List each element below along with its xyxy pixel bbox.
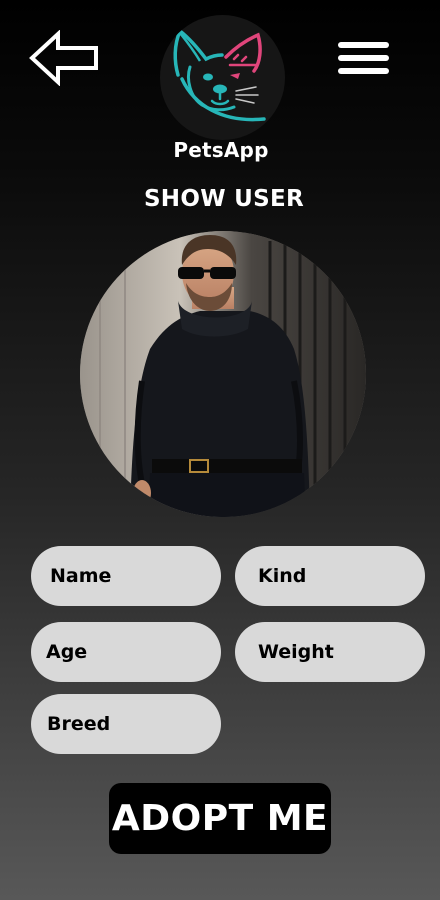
weight-field-label: Weight: [258, 641, 334, 663]
arrow-left-icon: [29, 29, 98, 87]
name-field[interactable]: Name: [31, 546, 221, 606]
user-photo: [80, 231, 366, 517]
breed-field[interactable]: Breed: [31, 694, 221, 754]
menu-bar: [338, 55, 389, 61]
adopt-me-button[interactable]: ADOPT ME: [109, 783, 331, 854]
name-field-label: Name: [50, 565, 112, 587]
weight-field[interactable]: Weight: [235, 622, 425, 682]
age-field[interactable]: Age: [31, 622, 221, 682]
french-bulldog-icon: [173, 28, 266, 122]
menu-bar: [338, 42, 389, 48]
page-title: SHOW USER: [143, 186, 305, 212]
back-button[interactable]: [28, 29, 102, 87]
kind-field[interactable]: Kind: [235, 546, 425, 606]
breed-field-label: Breed: [47, 713, 111, 735]
kind-field-label: Kind: [258, 565, 307, 587]
menu-bar: [338, 68, 389, 74]
user-avatar: [80, 231, 366, 517]
app-name: PetsApp: [173, 138, 269, 162]
age-field-label: Age: [46, 641, 88, 663]
menu-button[interactable]: [338, 40, 390, 76]
app-logo: [160, 15, 285, 140]
